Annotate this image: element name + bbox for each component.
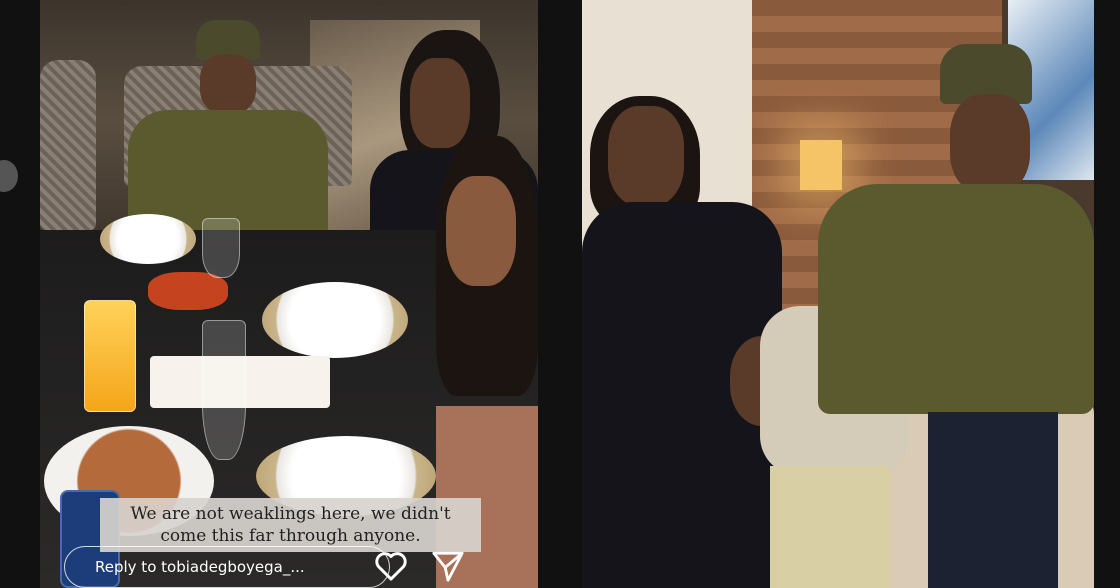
reply-placeholder: Reply to tobiadegboyega_... bbox=[95, 558, 305, 576]
dining-chair bbox=[40, 60, 96, 230]
dinner-plate bbox=[100, 214, 196, 264]
heart-icon[interactable] bbox=[373, 550, 409, 582]
left-edge-bar bbox=[0, 0, 40, 588]
juice-jug bbox=[84, 300, 136, 412]
story-caption: We are not weaklings here, we didn't com… bbox=[100, 498, 481, 552]
dinner-plate bbox=[262, 282, 408, 358]
caption-line-2: come this far through anyone. bbox=[160, 526, 421, 546]
wine-glass bbox=[202, 218, 240, 278]
story-photo-greeting bbox=[582, 0, 1094, 588]
reply-input[interactable]: Reply to tobiadegboyega_... bbox=[64, 546, 390, 588]
caption-line-1: We are not weaklings here, we didn't bbox=[130, 504, 451, 524]
center-divider bbox=[538, 0, 582, 588]
wine-glass bbox=[202, 320, 246, 460]
man-olive-sweater-standing bbox=[818, 44, 1094, 588]
right-edge-bar bbox=[1094, 0, 1120, 588]
send-icon[interactable] bbox=[431, 550, 465, 582]
